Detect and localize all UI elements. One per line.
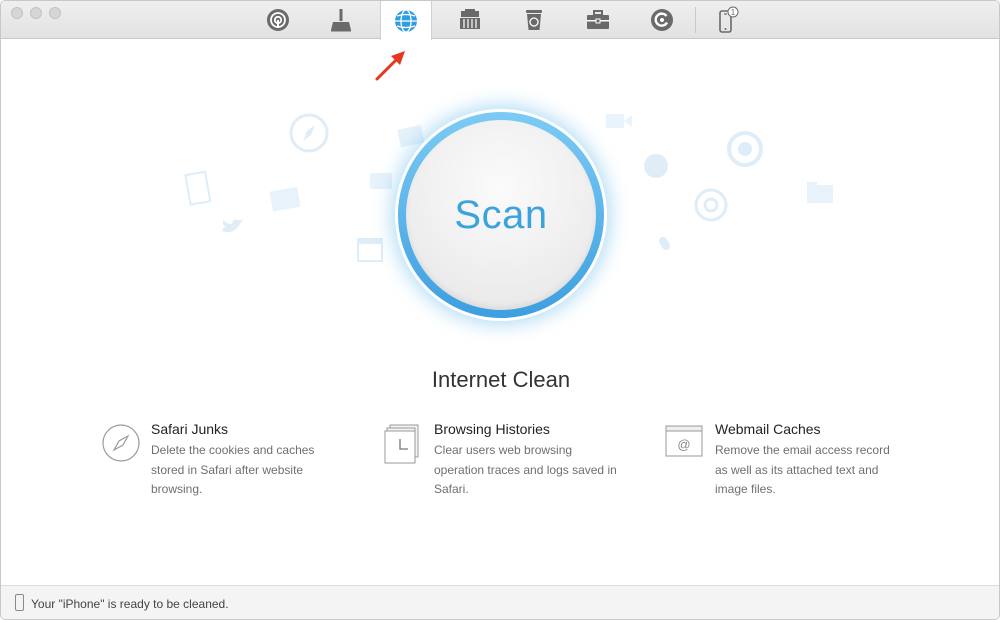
toolbar-separator bbox=[695, 7, 696, 33]
internet-clean-icon bbox=[395, 8, 417, 33]
feature-description: Clear users web browsing operation trace… bbox=[434, 443, 617, 496]
status-text: Your "iPhone" is ready to be cleaned. bbox=[31, 597, 229, 611]
scan-button[interactable]: Scan bbox=[406, 120, 596, 310]
scan-label: Scan bbox=[454, 192, 548, 237]
document-bg-icon bbox=[184, 170, 212, 206]
mail-bg-icon bbox=[269, 186, 301, 212]
chat-bg-icon bbox=[370, 173, 392, 189]
airbackup-icon bbox=[267, 9, 289, 31]
compass-bg-icon bbox=[289, 113, 329, 153]
feature-title: Safari Junks bbox=[151, 421, 229, 437]
update-icon bbox=[651, 9, 673, 31]
recycle-bin-icon bbox=[526, 10, 542, 30]
history-pages-icon bbox=[384, 424, 419, 464]
compass-icon bbox=[102, 424, 140, 462]
toolbar-device-button[interactable]: 1 bbox=[701, 1, 753, 39]
app-window: 1 Scan Internet Clean Safari Junks Delet… bbox=[0, 0, 1000, 620]
feature-description: Delete the cookies and caches stored in … bbox=[151, 443, 315, 496]
toolbar-airbackup-button[interactable] bbox=[252, 1, 304, 39]
close-window-button[interactable] bbox=[11, 7, 23, 19]
globe-bg-icon bbox=[644, 154, 668, 178]
toolbar-quick-clean-button[interactable] bbox=[315, 1, 367, 39]
zoom-window-button[interactable] bbox=[49, 7, 61, 19]
privacy-clean-icon bbox=[460, 9, 480, 29]
feature-title: Webmail Caches bbox=[715, 421, 821, 437]
music-folder-bg-icon bbox=[807, 182, 833, 203]
toolbar-toolbox-button[interactable] bbox=[572, 1, 624, 39]
firefox-bg-icon bbox=[727, 131, 763, 167]
video-bg-icon bbox=[606, 114, 632, 128]
toolbox-icon bbox=[587, 10, 609, 29]
toolbar: 1 bbox=[1, 1, 999, 40]
toolbar-internet-clean-button[interactable] bbox=[380, 1, 432, 40]
device-badge: 1 bbox=[731, 8, 736, 17]
twitter-bg-icon bbox=[222, 219, 244, 233]
webmail-icon: @ bbox=[665, 425, 703, 457]
toolbar-system-clean-button[interactable] bbox=[508, 1, 560, 39]
page-title: Internet Clean bbox=[431, 367, 571, 392]
red-arrow-annotation-icon bbox=[375, 51, 405, 81]
feature-title: Browsing Histories bbox=[434, 421, 550, 437]
device-icon: 1 bbox=[719, 6, 739, 33]
svg-text:@: @ bbox=[677, 437, 690, 452]
quick-clean-icon bbox=[331, 9, 351, 32]
calendar-bg-icon bbox=[357, 238, 383, 262]
status-bar: Your "iPhone" is ready to be cleaned. bbox=[1, 585, 999, 619]
chrome-bg-icon bbox=[694, 188, 728, 222]
microphone-bg-icon bbox=[659, 236, 670, 250]
feature-description: Remove the email access record as well a… bbox=[715, 443, 890, 496]
minimize-window-button[interactable] bbox=[30, 7, 42, 19]
toolbar-privacy-clean-button[interactable] bbox=[444, 1, 496, 39]
phone-icon bbox=[15, 594, 24, 611]
toolbar-update-button[interactable] bbox=[636, 1, 688, 39]
